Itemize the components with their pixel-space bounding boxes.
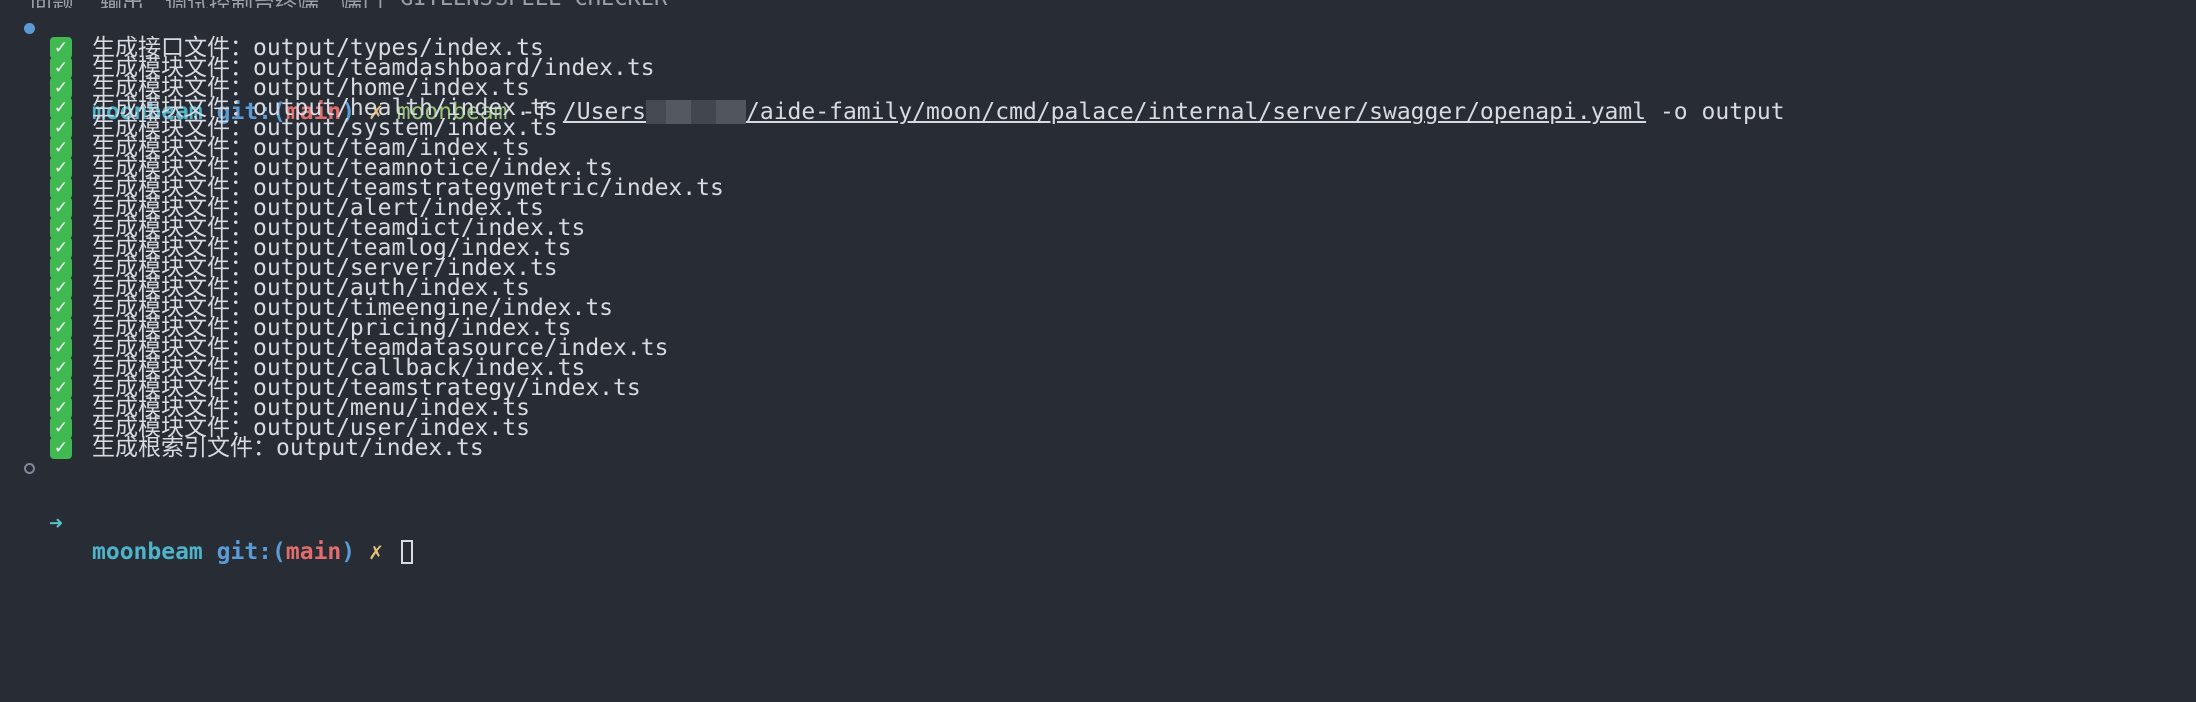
check-mark-icon: ✓ (50, 377, 72, 399)
check-mark-icon: ✓ (50, 177, 72, 199)
command-output-arg: output (1701, 99, 1785, 125)
check-mark-icon: ✓ (50, 217, 72, 239)
prompt-git-label: git:( (216, 539, 286, 565)
command-decoration-success-icon[interactable] (24, 23, 35, 34)
check-mark-icon: ✓ (50, 197, 72, 219)
panel-tab-strip: 问题 输出 调试控制台 终端 端口 GITLENS SPELL CHECKER (0, 0, 2196, 8)
check-mark-icon: ✓ (50, 397, 72, 419)
check-mark-icon: ✓ (50, 137, 72, 159)
check-mark-icon: ✓ (50, 117, 72, 139)
check-mark-icon: ✓ (50, 417, 72, 439)
command-path-start[interactable]: /Users (563, 99, 646, 125)
command-flag-o: -o (1659, 99, 1688, 125)
output-message: 生成根索引文件：output/index.ts (92, 434, 484, 462)
output-label: 生成根索引文件： (92, 435, 276, 461)
terminal-cursor[interactable] (400, 540, 413, 564)
terminal-panel[interactable]: 问题 输出 调试控制台 终端 端口 GITLENS SPELL CHECKER … (0, 0, 2196, 702)
command-path-rest[interactable]: /aide-family/moon/cmd/palace/internal/se… (746, 99, 1646, 125)
redacted-username (646, 100, 747, 124)
tab-output[interactable]: 输出 (100, 0, 144, 8)
check-mark-icon: ✓ (50, 257, 72, 279)
check-mark-icon: ✓ (50, 237, 72, 259)
check-mark-icon: ✓ (50, 297, 72, 319)
command-line: ➜ moonbeam git:(main) ✗ moonbeam -f /Use… (0, 14, 1785, 125)
check-mark-icon: ✓ (50, 337, 72, 359)
tab-ports[interactable]: 端口 (340, 0, 384, 8)
output-path[interactable]: output/index.ts (276, 435, 484, 461)
command-decoration-pending-icon[interactable] (24, 463, 35, 474)
tab-gitlens[interactable]: GITLENS (400, 0, 493, 8)
prompt-dir: moonbeam (92, 539, 203, 565)
tab-spell-checker[interactable]: SPELL CHECKER (495, 0, 667, 8)
check-mark-icon: ✓ (50, 77, 72, 99)
prompt-branch: main (285, 539, 342, 565)
tab-debug-console[interactable]: 调试控制台 (165, 0, 275, 8)
check-mark-icon: ✓ (50, 97, 72, 119)
prompt-dirty-marker: ✗ (369, 539, 383, 565)
current-prompt-line[interactable]: ➜ moonbeam git:(main) ✗ (0, 454, 413, 565)
prompt: moonbeam git:(main) ✗ (92, 538, 413, 566)
check-mark-icon: ✓ (50, 57, 72, 79)
tab-problems[interactable]: 问题 (30, 0, 74, 8)
check-mark-icon: ✓ (50, 277, 72, 299)
check-mark-icon: ✓ (50, 317, 72, 339)
prompt-git-close: ) (341, 539, 356, 565)
check-mark-icon: ✓ (50, 157, 72, 179)
prompt-arrow-icon: ➜ (49, 511, 63, 537)
check-mark-icon: ✓ (50, 357, 72, 379)
check-mark-icon: ✓ (50, 37, 72, 59)
tab-terminal[interactable]: 终端 (275, 0, 319, 8)
